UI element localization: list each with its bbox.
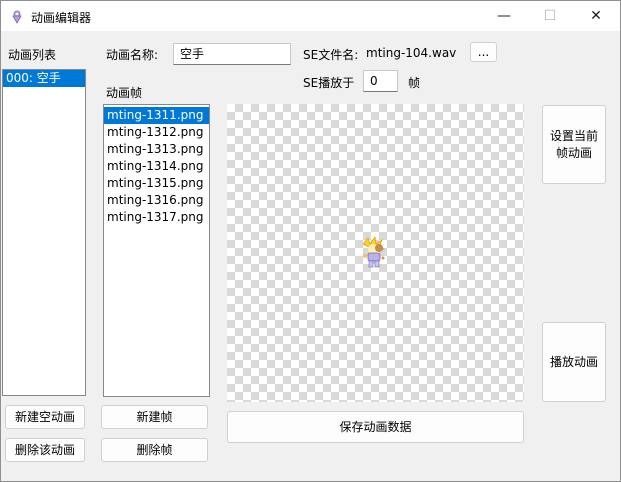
frame-list-item[interactable]: mting-1316.png [104,192,209,209]
close-button[interactable]: ✕ [573,1,619,31]
frame-list-item[interactable]: mting-1315.png [104,175,209,192]
save-animation-data-button[interactable]: 保存动画数据 [227,411,524,443]
frame-list-item[interactable]: mting-1312.png [104,124,209,141]
app-icon [9,8,25,24]
se-play-unit: 帧 [408,76,421,90]
frames-listbox[interactable]: mting-1311.png mting-1312.png mting-1313… [103,104,210,397]
title-bar: 动画编辑器 — ☐ ✕ [1,1,620,31]
set-current-frame-animation-button[interactable]: 设置当前 帧动画 [542,105,606,184]
delete-animation-button[interactable]: 删除该动画 [5,438,85,462]
browse-se-file-button[interactable]: ... [470,42,497,62]
animation-list-label: 动画列表 [8,48,57,62]
window-title: 动画编辑器 [31,11,92,25]
frame-preview-canvas [227,104,524,402]
minimize-button[interactable]: — [481,1,527,31]
se-play-label: SE播放于 [303,76,355,90]
frames-label: 动画帧 [106,86,143,100]
new-empty-animation-button[interactable]: 新建空动画 [5,405,85,429]
animation-listbox[interactable]: 000: 空手 [2,69,86,396]
se-file-label: SE文件名: [303,48,359,62]
sprite-frame-image [362,235,386,268]
animation-editor-window: 动画编辑器 — ☐ ✕ 动画列表 000: 空手 新建空动画 删除该动画 动画名… [0,0,621,482]
frame-list-item[interactable]: mting-1313.png [104,141,209,158]
frame-list-item[interactable]: mting-1311.png [104,107,209,124]
se-play-frame-input[interactable]: 0 [363,70,398,92]
frame-list-item[interactable]: mting-1317.png [104,209,209,226]
animation-list-item[interactable]: 000: 空手 [3,70,85,87]
new-frame-button[interactable]: 新建帧 [101,405,208,429]
set-current-frame-label-line1: 设置当前 [549,128,598,143]
minimize-icon: — [497,8,511,24]
frame-list-item[interactable]: mting-1314.png [104,158,209,175]
animation-name-label: 动画名称: [106,48,159,62]
play-animation-button[interactable]: 播放动画 [542,322,606,402]
animation-name-input[interactable]: 空手 [173,43,291,65]
maximize-button[interactable]: ☐ [527,1,573,31]
set-current-frame-label-line2: 帧动画 [555,145,592,160]
maximize-icon: ☐ [543,8,557,24]
close-icon: ✕ [590,8,602,24]
delete-frame-button[interactable]: 删除帧 [101,438,208,462]
se-file-value: mting-104.wav [366,46,457,60]
